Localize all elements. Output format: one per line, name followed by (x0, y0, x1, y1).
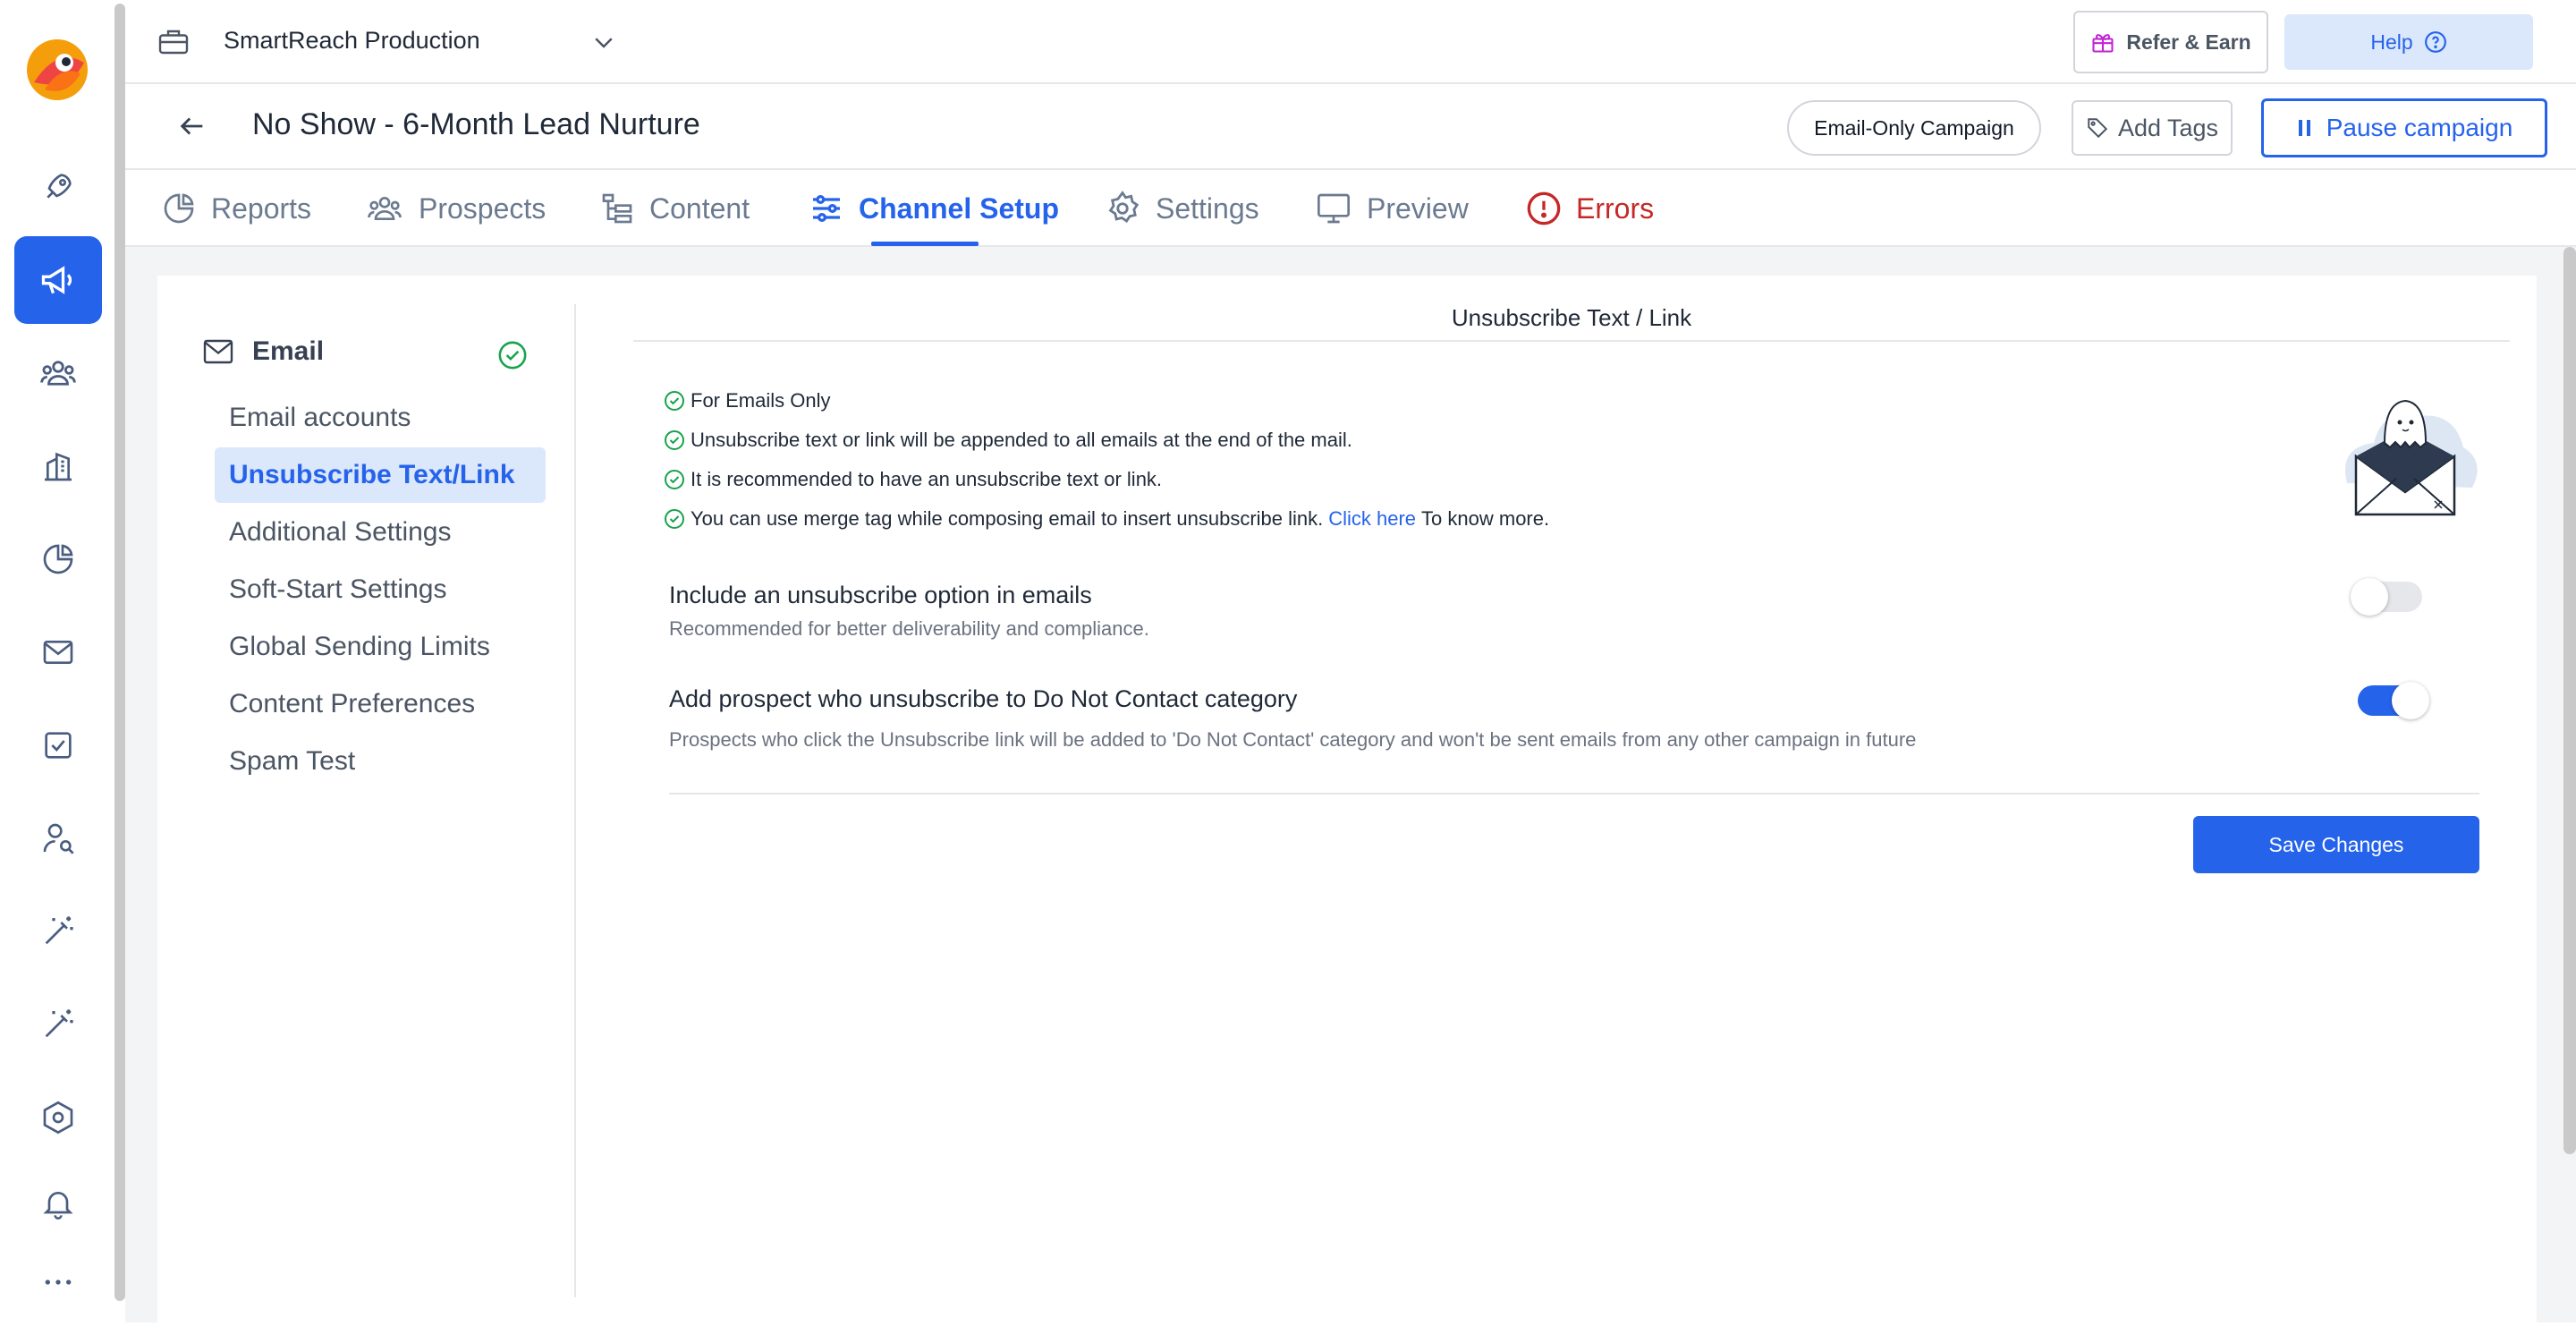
info-bullet-text: Unsubscribe text or link will be appende… (691, 429, 1352, 451)
campaigns-megaphone-icon[interactable] (14, 236, 102, 324)
back-arrow-icon[interactable] (175, 111, 209, 141)
option-unsubscribe-title: Include an unsubscribe option in emails (669, 582, 1092, 608)
error-circle-icon (1526, 191, 1562, 226)
subnav-item-spam-test[interactable]: Spam Test (215, 734, 546, 789)
check-circle-icon (664, 429, 685, 451)
info-bullet-text: It is recommended to have an unsubscribe… (691, 468, 1163, 490)
tab-label: Errors (1576, 191, 1655, 225)
gear-icon (1104, 190, 1141, 227)
left-rail (0, 0, 125, 1322)
tab-label: Settings (1156, 191, 1259, 225)
save-changes-button[interactable]: Save Changes (2193, 816, 2479, 873)
add-tags-button[interactable]: Add Tags (2072, 100, 2233, 156)
more-icon[interactable] (14, 1238, 102, 1326)
subnav-heading[interactable]: Email (202, 336, 324, 367)
subnav-item-content-preferences[interactable]: Content Preferences (215, 676, 546, 732)
subnav-heading-label: Email (252, 336, 325, 366)
pause-campaign-label: Pause campaign (2326, 114, 2513, 141)
help-label: Help (2370, 30, 2413, 54)
check-circle-icon (497, 340, 528, 370)
building-icon[interactable] (14, 422, 102, 510)
tab-content[interactable]: Content (599, 170, 750, 247)
active-tab-indicator (871, 242, 979, 246)
info-bullet: Unsubscribe text or link will be appende… (664, 426, 1352, 455)
subnav-item-additional-settings[interactable]: Additional Settings (215, 505, 546, 560)
top-bar: SmartReach Production Refer & Earn Help (125, 0, 2576, 84)
rocket-icon[interactable] (14, 143, 102, 231)
user-search-icon[interactable] (14, 795, 102, 882)
chevron-down-icon[interactable] (590, 29, 617, 55)
info-bullet: For Emails Only (664, 387, 830, 415)
tag-icon (2086, 116, 2109, 140)
mail-icon (202, 338, 234, 365)
pie-chart-icon[interactable] (14, 515, 102, 603)
tab-label: Content (649, 191, 750, 225)
campaign-header: No Show - 6-Month Lead Nurture Email-Onl… (125, 84, 2576, 170)
info-bullet-text: For Emails Only (691, 389, 831, 412)
tab-label: Reports (211, 191, 312, 225)
tab-settings[interactable]: Settings (1104, 170, 1259, 247)
campaign-title[interactable]: No Show - 6-Month Lead Nurture (252, 107, 784, 142)
tab-errors[interactable]: Errors (1526, 170, 1654, 247)
pie-chart-icon (161, 191, 197, 226)
rail-scrollbar[interactable] (114, 4, 125, 1301)
workspace-name[interactable]: SmartReach Production (224, 27, 480, 55)
page-scrollbar[interactable] (2563, 247, 2576, 1154)
tab-prospects[interactable]: Prospects (365, 170, 546, 247)
channel-subnav: Email Email accounts Unsubscribe Text/Li… (157, 304, 576, 1297)
toggle-knob (2351, 578, 2388, 616)
users-icon[interactable] (14, 329, 102, 417)
monitor-icon (1315, 191, 1352, 226)
section-title: Unsubscribe Text / Link (633, 304, 2510, 342)
sliders-icon (809, 191, 844, 226)
magic-wand-icon[interactable] (14, 981, 102, 1068)
campaign-type-pill[interactable]: Email-Only Campaign (1787, 100, 2041, 156)
merge-tag-text: You can use merge tag while composing em… (691, 507, 1324, 530)
tab-channel-setup[interactable]: Channel Setup (809, 170, 1059, 247)
tab-reports[interactable]: Reports (161, 170, 311, 247)
subnav-item-soft-start[interactable]: Soft-Start Settings (215, 562, 546, 617)
section-divider (669, 793, 2479, 795)
mail-icon[interactable] (14, 608, 102, 696)
subnav-item-unsubscribe[interactable]: Unsubscribe Text/Link (215, 447, 546, 503)
pause-campaign-button[interactable]: Pause campaign (2261, 98, 2547, 157)
gift-icon (2090, 30, 2115, 55)
option-unsubscribe-desc: Recommended for better deliverability an… (669, 617, 1149, 640)
users-icon (365, 191, 404, 226)
magic-wand-icon[interactable] (14, 888, 102, 975)
check-circle-icon (664, 390, 685, 412)
app-logo[interactable] (25, 38, 89, 102)
check-circle-icon (664, 508, 685, 530)
unsubscribe-option-toggle[interactable] (2351, 578, 2422, 616)
info-bullet: You can use merge tag while composing em… (664, 505, 1549, 533)
pause-icon (2296, 118, 2314, 138)
content-tree-icon (599, 191, 635, 226)
refer-earn-button[interactable]: Refer & Earn (2073, 11, 2268, 73)
subnav-item-email-accounts[interactable]: Email accounts (215, 390, 546, 446)
ghost-envelope-illustration (2329, 394, 2481, 528)
info-bullet: It is recommended to have an unsubscribe… (664, 465, 1162, 494)
tab-preview[interactable]: Preview (1315, 170, 1469, 247)
option-dnc-title: Add prospect who unsubscribe to Do Not C… (669, 685, 1298, 712)
tab-label: Preview (1367, 191, 1469, 225)
check-circle-icon (664, 469, 685, 490)
dnc-category-toggle[interactable] (2358, 682, 2429, 719)
tab-label: Channel Setup (859, 191, 1060, 225)
refer-earn-label: Refer & Earn (2126, 30, 2251, 54)
help-button[interactable]: Help (2284, 14, 2533, 70)
click-here-link[interactable]: Click here (1328, 507, 1416, 531)
tab-label: Prospects (419, 191, 547, 225)
task-checkbox-icon[interactable] (14, 701, 102, 789)
subnav-item-sending-limits[interactable]: Global Sending Limits (215, 619, 546, 675)
campaign-tabs: Reports Prospects Content Channel Setup … (125, 170, 2576, 247)
hexagon-settings-icon[interactable] (14, 1074, 102, 1161)
question-circle-icon (2424, 30, 2447, 54)
toggle-knob (2392, 682, 2429, 719)
bell-icon[interactable] (14, 1160, 102, 1247)
briefcase-icon (157, 27, 190, 57)
option-dnc-desc: Prospects who click the Unsubscribe link… (669, 728, 1917, 751)
know-more-text: To know more. (1421, 507, 1550, 530)
add-tags-label: Add Tags (2117, 114, 2219, 141)
